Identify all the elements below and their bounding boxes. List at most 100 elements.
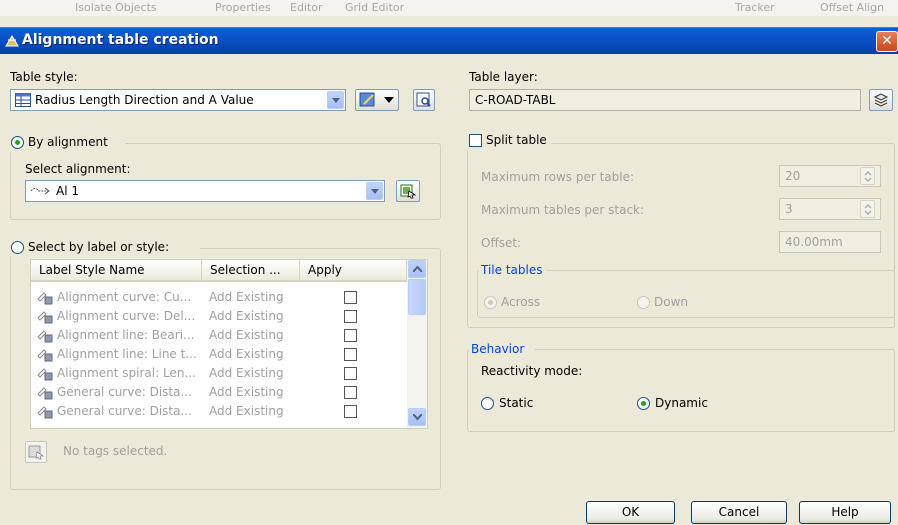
edit-style-icon <box>359 92 375 107</box>
apply-checkbox[interactable] <box>344 329 357 342</box>
selection-value: Add Existing <box>209 347 284 361</box>
apply-checkbox[interactable] <box>344 405 357 418</box>
select-alignment-value: Al 1 <box>56 184 79 198</box>
table-row[interactable]: General curve: Dista... Add Existing <box>31 402 407 421</box>
scroll-up-button[interactable] <box>408 260 426 278</box>
label-style-icon <box>37 368 53 381</box>
label-style-icon <box>37 406 53 419</box>
split-table-checkbox[interactable] <box>469 134 482 147</box>
selection-value: Add Existing <box>209 290 284 304</box>
column-header-apply[interactable]: Apply <box>300 260 407 282</box>
list-scrollbar[interactable] <box>407 260 427 428</box>
label-style-name: Alignment line: Beari... <box>57 328 195 342</box>
selection-value: Add Existing <box>209 366 284 380</box>
ok-button[interactable]: OK <box>586 501 675 524</box>
column-header-selection[interactable]: Selection ... <box>202 260 300 282</box>
table-layer-label: Table layer: <box>469 70 538 84</box>
dialog-title: Alignment table creation <box>22 32 219 48</box>
table-row[interactable]: Alignment line: Beari... Add Existing <box>31 326 407 345</box>
reactivity-mode-label: Reactivity mode: <box>481 364 583 378</box>
apply-checkbox[interactable] <box>344 386 357 399</box>
close-icon: ✕ <box>881 33 893 49</box>
dynamic-radio[interactable] <box>637 397 650 410</box>
max-rows-label: Maximum rows per table: <box>481 170 635 184</box>
pick-icon <box>28 445 44 460</box>
offset-field[interactable]: 40.00mm <box>779 231 881 253</box>
label-style-icon <box>37 311 53 324</box>
background-toolbar: Isolate Objects Properties Editor Grid E… <box>0 0 898 16</box>
tile-tables-label: Tile tables <box>481 263 543 277</box>
apply-checkbox[interactable] <box>344 310 357 323</box>
app-icon <box>5 35 19 47</box>
max-tables-label: Maximum tables per stack: <box>481 203 645 217</box>
apply-checkbox[interactable] <box>344 367 357 380</box>
table-row[interactable]: Alignment line: Line t... Add Existing <box>31 345 407 364</box>
label-style-icon <box>37 330 53 343</box>
select-by-label-label[interactable]: Select by label or style: <box>28 240 169 254</box>
label-style-name: General curve: Dista... <box>57 404 192 418</box>
pick-style-button[interactable] <box>413 89 435 111</box>
title-bar[interactable]: Alignment table creation ✕ <box>0 27 898 54</box>
by-alignment-label[interactable]: By alignment <box>28 135 108 149</box>
properties-item[interactable]: Properties <box>215 1 271 14</box>
table-icon <box>15 93 31 107</box>
by-alignment-radio[interactable] <box>11 136 24 149</box>
label-style-icon <box>37 349 53 362</box>
static-radio[interactable] <box>481 397 494 410</box>
table-style-combo[interactable]: Radius Length Direction and A Value <box>10 89 346 111</box>
table-style-value: Radius Length Direction and A Value <box>35 93 254 107</box>
scroll-down-button[interactable] <box>408 408 426 426</box>
select-alignment-label: Select alignment: <box>25 162 131 176</box>
behavior-group <box>467 349 895 432</box>
pick-alignment-button[interactable] <box>396 180 420 202</box>
selection-value: Add Existing <box>209 328 284 342</box>
across-radio[interactable] <box>484 296 497 309</box>
help-button[interactable]: Help <box>799 501 891 524</box>
label-style-name: Alignment curve: Del... <box>57 309 196 323</box>
edit-style-button[interactable] <box>355 89 399 111</box>
chevron-down-icon <box>384 97 394 103</box>
spinner-icon <box>864 170 872 183</box>
layer-button[interactable] <box>869 89 893 111</box>
behavior-label: Behavior <box>471 342 525 356</box>
apply-checkbox[interactable] <box>344 348 357 361</box>
table-row[interactable]: Alignment spiral: Len... Add Existing <box>31 364 407 383</box>
offset-label: Offset: <box>481 236 522 250</box>
select-alignment-combo[interactable]: Al 1 <box>25 180 385 202</box>
chevron-down-icon[interactable] <box>327 91 344 109</box>
max-tables-spinner[interactable] <box>860 200 875 218</box>
max-rows-spinner[interactable] <box>860 167 875 185</box>
isolate-objects-item[interactable]: Isolate Objects <box>75 1 157 14</box>
dynamic-label[interactable]: Dynamic <box>655 396 708 410</box>
apply-checkbox[interactable] <box>344 291 357 304</box>
select-by-label-radio[interactable] <box>11 241 24 254</box>
scroll-thumb[interactable] <box>408 279 426 315</box>
close-button[interactable]: ✕ <box>876 31 898 52</box>
table-layer-field[interactable]: C-ROAD-TABL <box>469 89 861 111</box>
layers-icon <box>873 93 889 107</box>
table-row[interactable]: Alignment curve: Cu... Add Existing <box>31 288 407 307</box>
editor-item[interactable]: Editor <box>290 1 323 14</box>
table-row[interactable]: Alignment curve: Del... Add Existing <box>31 307 407 326</box>
pick-tags-button[interactable] <box>25 441 47 463</box>
selection-value: Add Existing <box>209 404 284 418</box>
magnifier-icon <box>416 92 431 107</box>
across-label[interactable]: Across <box>501 295 540 309</box>
grid-editor-item[interactable]: Grid Editor <box>345 1 404 14</box>
label-style-list[interactable]: Label Style Name Selection ... Apply Ali… <box>30 259 428 429</box>
offset-align-item[interactable]: Offset Align <box>820 1 884 14</box>
down-label[interactable]: Down <box>654 295 688 309</box>
alignment-icon <box>30 187 50 195</box>
label-style-name: General curve: Dista... <box>57 385 192 399</box>
tracker-item[interactable]: Tracker <box>735 1 775 14</box>
column-header-label-style-name[interactable]: Label Style Name <box>31 260 202 282</box>
table-style-label: Table style: <box>10 70 78 84</box>
static-label[interactable]: Static <box>499 396 533 410</box>
table-row[interactable]: General curve: Dista... Add Existing <box>31 383 407 402</box>
split-table-label[interactable]: Split table <box>486 133 547 147</box>
chevron-down-icon[interactable] <box>366 182 383 200</box>
down-radio[interactable] <box>637 296 650 309</box>
label-style-name: Alignment spiral: Len... <box>57 366 196 380</box>
cancel-button[interactable]: Cancel <box>691 501 787 524</box>
max-tables-value: 3 <box>785 202 793 216</box>
